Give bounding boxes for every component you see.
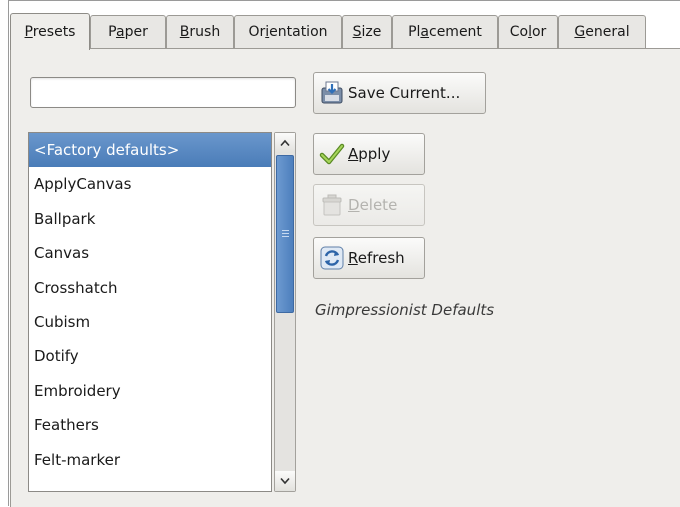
presets-list[interactable]: <Factory defaults> ApplyCanvas Ballpark … <box>28 132 272 492</box>
apply-button[interactable]: Apply <box>313 133 425 175</box>
tab-paper[interactable]: Paper <box>90 15 166 48</box>
chevron-down-icon <box>280 473 290 489</box>
list-item[interactable]: Crosshatch <box>29 271 271 305</box>
tab-color[interactable]: Color <box>498 15 558 48</box>
trash-icon <box>319 192 345 218</box>
save-disk-icon <box>319 80 345 106</box>
scroll-up-button[interactable] <box>275 133 295 153</box>
refresh-icon <box>319 245 345 271</box>
top-border <box>8 0 680 1</box>
tab-general[interactable]: General <box>558 15 646 48</box>
delete-button[interactable]: Delete <box>313 184 425 226</box>
left-border <box>8 0 9 506</box>
list-item[interactable]: Felt-marker <box>29 443 271 477</box>
scroll-down-button[interactable] <box>275 471 295 491</box>
tab-brush[interactable]: Brush <box>166 15 234 48</box>
list-item[interactable]: Cubism <box>29 305 271 339</box>
refresh-button[interactable]: Refresh <box>313 237 425 279</box>
list-item[interactable]: Feathers <box>29 408 271 442</box>
list-item[interactable]: Dotify <box>29 339 271 373</box>
preset-description: Gimpressionist Defaults <box>315 301 495 319</box>
scrollbar-thumb[interactable] <box>276 155 294 313</box>
checkmark-icon <box>319 141 345 167</box>
list-item[interactable]: Ballpark <box>29 202 271 236</box>
list-item[interactable]: ApplyCanvas <box>29 167 271 201</box>
chevron-up-icon <box>280 135 290 151</box>
presets-scrollbar[interactable] <box>274 132 296 492</box>
list-item[interactable]: <Factory defaults> <box>29 133 271 168</box>
tab-placement[interactable]: Placement <box>392 15 498 48</box>
preset-name-input[interactable] <box>30 77 296 108</box>
list-item[interactable]: Canvas <box>29 236 271 270</box>
list-item[interactable]: Embroidery <box>29 374 271 408</box>
save-current-button[interactable]: Save Current... <box>313 72 486 114</box>
tab-size[interactable]: Size <box>342 15 392 48</box>
tab-presets[interactable]: Presets <box>10 13 90 50</box>
tab-orientation[interactable]: Orientation <box>234 15 342 48</box>
